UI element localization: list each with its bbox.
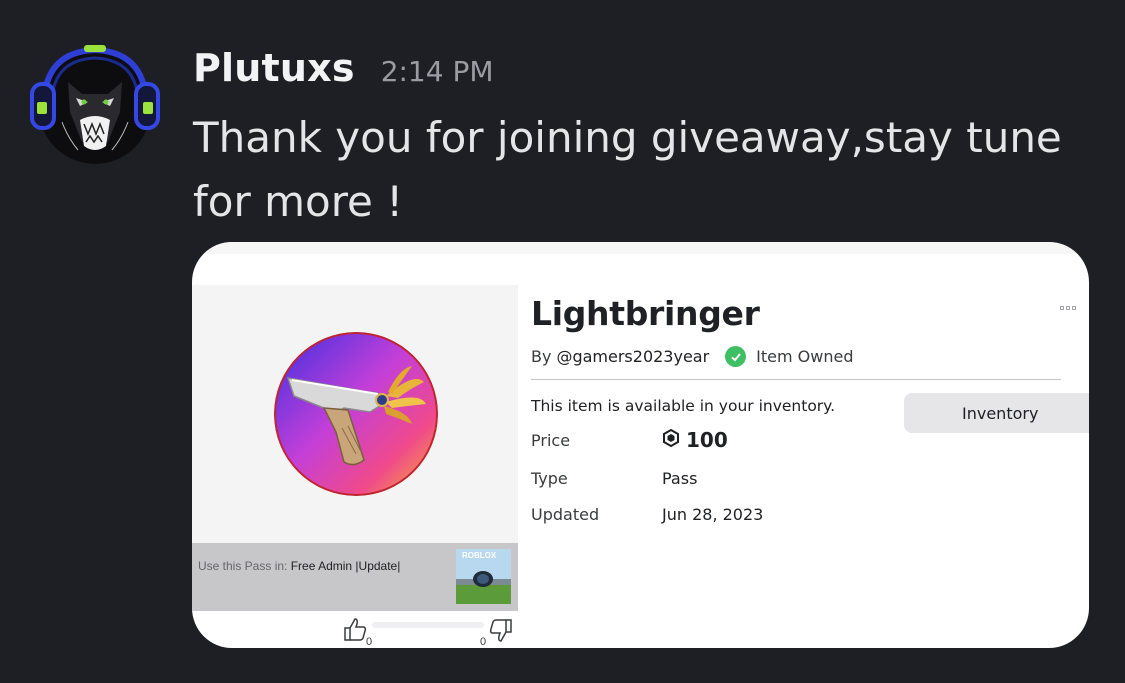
updated-label: Updated [531,505,600,524]
creator-row: By @gamers2023year Item Owned [531,346,854,367]
thumbs-down-icon[interactable] [488,618,514,648]
downvote-count: 0 [480,636,487,648]
attachment-top-band [192,242,1089,254]
type-label: Type [531,469,568,488]
thumbs-up-icon[interactable] [342,616,368,646]
use-pass-bar[interactable]: Use this Pass in: Free Admin |Update| RO… [192,543,518,611]
message-timestamp: 2:14 PM [380,55,494,88]
price-value: 100 [662,428,728,452]
vote-section: 0 0 [342,616,518,648]
gun-item-thumbnail [274,332,438,496]
use-pass-text: Use this Pass in: Free Admin |Update| [198,559,400,573]
upvote-count: 0 [366,636,373,648]
discord-message: Plutuxs 2:14 PM Thank you for joining gi… [0,0,1125,683]
use-pass-prefix: Use this Pass in: [198,559,288,573]
use-pass-game-link[interactable]: Free Admin |Update| [291,559,401,573]
availability-text: This item is available in your inventory… [531,397,836,415]
creator-link[interactable]: @gamers2023year [556,347,709,366]
image-attachment[interactable]: Use this Pass in: Free Admin |Update| RO… [192,242,1089,648]
author-name[interactable]: Plutuxs [193,46,355,90]
message-header: Plutuxs 2:14 PM [193,46,494,90]
creator-prefix: By [531,347,552,366]
robux-icon [662,428,680,452]
more-options-icon[interactable] [1060,306,1076,310]
inventory-button[interactable]: Inventory [904,393,1089,433]
checkmark-icon [725,346,747,367]
item-title: Lightbringer [531,294,760,333]
author-avatar[interactable] [24,42,166,168]
roblox-logo: ROBLOX [462,551,497,560]
price-label: Price [531,431,571,450]
type-value: Pass [662,469,698,488]
details-divider [531,379,1061,380]
updated-value: Jun 28, 2023 [662,505,764,524]
game-thumbnail[interactable]: ROBLOX [456,549,511,604]
item-thumbnail-panel [192,285,518,543]
item-owned-label: Item Owned [756,347,854,366]
message-content: Thank you for joining giveaway,stay tune… [193,113,1062,226]
price-amount: 100 [686,428,728,452]
vote-ratio-bar [372,622,484,628]
